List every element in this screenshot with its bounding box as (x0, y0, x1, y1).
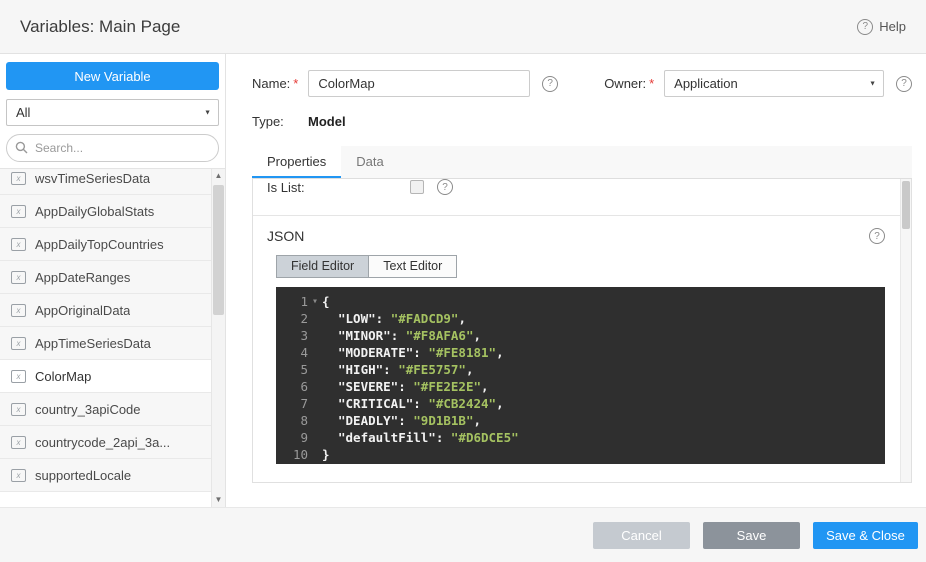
variable-list-items: wsvTimeSeriesData AppDailyGlobalStats Ap… (0, 168, 225, 492)
is-list-section: Is List: (253, 179, 911, 216)
json-help-icon[interactable] (869, 228, 885, 244)
footer: Cancel Save Save & Close (0, 507, 926, 562)
help-button[interactable]: Help (857, 19, 906, 35)
help-label: Help (879, 19, 906, 34)
tab-strip: Properties Data (252, 146, 912, 179)
json-section-title: JSON (267, 228, 304, 244)
variable-icon (11, 469, 26, 482)
variable-item-selected[interactable]: ColorMap (0, 360, 225, 393)
code-line: 3"MINOR": "#F8AFA6", (276, 327, 885, 344)
variable-list: wsvTimeSeriesData AppDailyGlobalStats Ap… (0, 168, 225, 507)
variable-icon (11, 205, 26, 218)
header: Variables: Main Page Help (0, 0, 926, 54)
is-list-checkbox[interactable] (410, 180, 424, 194)
required-mark: * (293, 76, 298, 91)
code-line: 4"MODERATE": "#FE8181", (276, 344, 885, 361)
variable-icon (11, 403, 26, 416)
sidebar: New Variable All wsvTimeSeriesData AppDa… (0, 54, 226, 507)
new-variable-button[interactable]: New Variable (6, 62, 219, 90)
required-mark: * (649, 76, 654, 91)
text-editor-button[interactable]: Text Editor (369, 255, 457, 278)
filter-dropdown[interactable]: All (6, 99, 219, 126)
search-icon (15, 141, 28, 154)
field-editor-button[interactable]: Field Editor (276, 255, 369, 278)
type-row: Type: Model (252, 114, 912, 129)
panel-scrollbar-thumb[interactable] (902, 181, 910, 229)
search-input[interactable] (6, 134, 219, 162)
save-button[interactable]: Save (703, 522, 800, 549)
code-line: 6"SEVERE": "#FE2E2E", (276, 378, 885, 395)
variable-item[interactable]: countrycode_2api_3a... (0, 426, 225, 459)
help-icon (857, 19, 873, 35)
is-list-row: Is List: (253, 179, 911, 204)
variable-icon (11, 238, 26, 251)
code-line: 1▾{ (276, 293, 885, 310)
scroll-down-icon[interactable] (212, 493, 225, 507)
name-label: Name: (252, 76, 290, 91)
name-input[interactable] (308, 70, 530, 97)
is-list-help-icon[interactable] (437, 179, 453, 195)
code-line: 9"defaultFill": "#D6DCE5" (276, 429, 885, 446)
chevron-down-icon (869, 80, 876, 87)
variable-item[interactable]: supportedLocale (0, 459, 225, 492)
variable-icon (11, 370, 26, 383)
main-panel: Name:* Owner:* Application Type: Model P… (226, 54, 926, 507)
code-line: 5"HIGH": "#FE5757", (276, 361, 885, 378)
variable-icon (11, 271, 26, 284)
variable-icon (11, 337, 26, 350)
code-line: 7"CRITICAL": "#CB2424", (276, 395, 885, 412)
name-help-icon[interactable] (542, 76, 558, 92)
tab-properties[interactable]: Properties (252, 146, 341, 178)
search-box (6, 134, 219, 162)
owner-value: Application (674, 76, 738, 91)
code-line: 8"DEADLY": "9D1B1B", (276, 412, 885, 429)
fold-icon[interactable]: ▾ (308, 293, 322, 310)
chevron-down-icon (204, 109, 211, 116)
owner-help-icon[interactable] (896, 76, 912, 92)
code-line: 2"LOW": "#FADCD9", (276, 310, 885, 327)
type-label: Type: (252, 114, 308, 129)
content-row: New Variable All wsvTimeSeriesData AppDa… (0, 54, 926, 507)
variable-item[interactable]: AppTimeSeriesData (0, 327, 225, 360)
cancel-button[interactable]: Cancel (593, 522, 690, 549)
owner-label: Owner: (604, 76, 646, 91)
variable-item[interactable]: AppOriginalData (0, 294, 225, 327)
variable-item[interactable]: AppDailyGlobalStats (0, 195, 225, 228)
tab-data[interactable]: Data (341, 146, 398, 178)
code-line: 10} (276, 446, 885, 463)
variables-dialog: Variables: Main Page Help New Variable A… (0, 0, 926, 562)
variable-item[interactable]: AppDailyTopCountries (0, 228, 225, 261)
save-and-close-button[interactable]: Save & Close (813, 522, 918, 549)
scrollbar-thumb[interactable] (213, 185, 224, 315)
scroll-up-icon[interactable] (212, 169, 225, 183)
variable-item[interactable]: AppDateRanges (0, 261, 225, 294)
owner-dropdown[interactable]: Application (664, 70, 884, 97)
panel-scrollbar[interactable] (900, 179, 911, 482)
variable-item[interactable]: wsvTimeSeriesData (0, 168, 225, 195)
is-list-label: Is List: (267, 180, 410, 195)
type-value: Model (308, 114, 346, 129)
filter-value: All (16, 105, 30, 120)
page-title: Variables: Main Page (20, 17, 180, 37)
json-title-row: JSON (267, 228, 885, 244)
json-section: JSON Field Editor Text Editor 1▾{ 2"LOW"… (253, 216, 911, 464)
variable-icon (11, 172, 26, 185)
variable-icon (11, 304, 26, 317)
json-code-editor[interactable]: 1▾{ 2"LOW": "#FADCD9", 3"MINOR": "#F8AFA… (276, 287, 885, 464)
properties-panel: Is List: JSON Field Editor Text Editor (252, 179, 912, 483)
sidebar-scrollbar[interactable] (211, 169, 225, 507)
variable-icon (11, 436, 26, 449)
editor-mode-toggle: Field Editor Text Editor (276, 255, 457, 278)
variable-item[interactable]: country_3apiCode (0, 393, 225, 426)
name-owner-row: Name:* Owner:* Application (252, 70, 912, 97)
